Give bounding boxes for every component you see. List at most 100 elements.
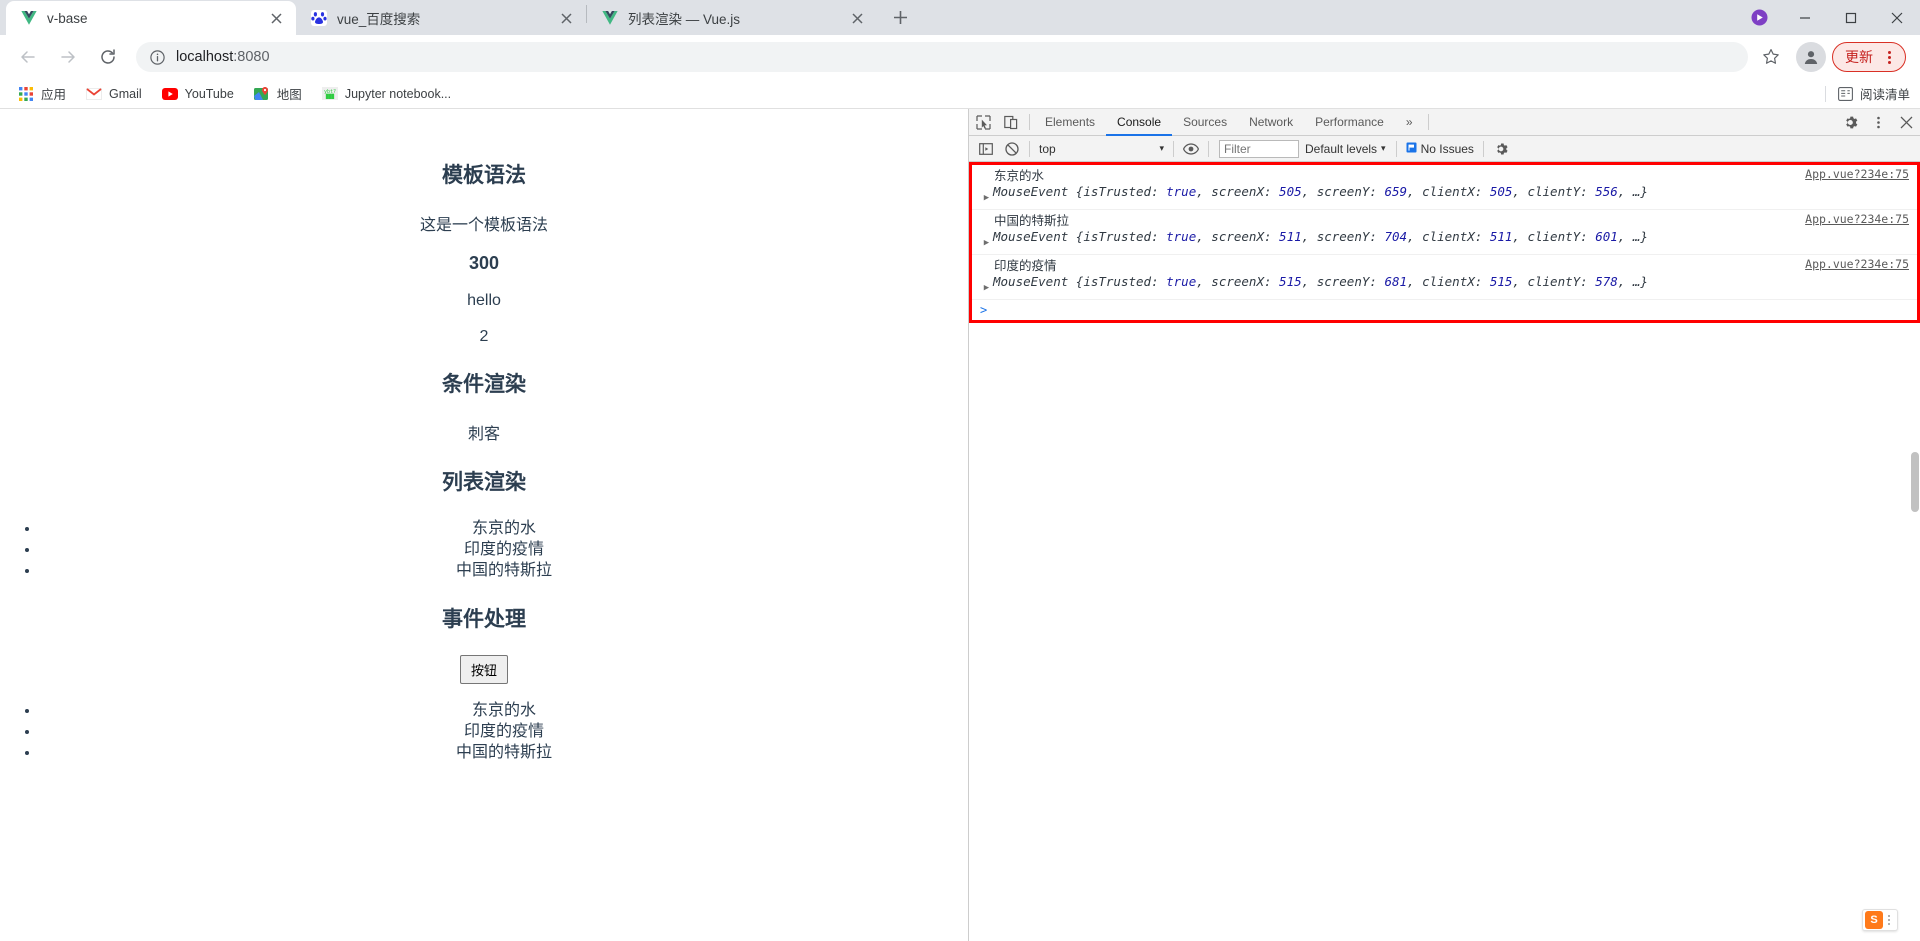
page-action-button[interactable]: 按钮 — [459, 655, 508, 684]
bookmark-label: 地图 — [276, 88, 302, 102]
browser-tab-1[interactable]: vue_百度搜索 — [296, 1, 586, 35]
divider — [1208, 140, 1209, 157]
console-log-source-link[interactable]: App.vue?234e:75 — [1795, 257, 1909, 271]
devtools-tab-bar: Elements Console Sources Network Perform… — [969, 109, 1920, 136]
bookmark-youtube[interactable]: YouTube — [154, 82, 242, 106]
page-text-number-300: 300 — [468, 253, 500, 273]
issues-status-button[interactable]: No Issues — [1401, 140, 1479, 158]
back-button[interactable] — [11, 40, 45, 74]
window-controls — [1736, 0, 1920, 35]
devtools-tab-sources[interactable]: Sources — [1172, 109, 1238, 135]
devtools-tab-elements[interactable]: Elements — [1034, 109, 1106, 135]
sogou-input-badge[interactable]: S — [1862, 909, 1898, 931]
console-log-message: 印度的疫情 — [994, 258, 1057, 273]
expand-arrow-icon[interactable]: ▶ — [980, 184, 993, 206]
divider — [1824, 85, 1826, 102]
close-icon[interactable] — [1892, 109, 1920, 135]
page-heading-template-syntax: 模板语法 — [442, 164, 526, 187]
close-icon[interactable] — [847, 8, 867, 28]
vue-icon — [601, 9, 619, 27]
list-item: 中国的特斯拉 — [40, 560, 968, 581]
button-container: 按钮 — [0, 655, 968, 684]
console-log-source-link[interactable]: App.vue?234e:75 — [1795, 167, 1909, 181]
maps-icon — [254, 86, 270, 102]
reading-list-icon — [1838, 86, 1853, 101]
console-log-entry[interactable]: 中国的特斯拉 App.vue?234e:75 ▶ MouseEvent {isT… — [972, 210, 1917, 255]
bookmark-gmail[interactable]: Gmail — [78, 82, 150, 106]
console-filter-input[interactable]: Filter — [1219, 139, 1299, 158]
console-log-levels-dropdown[interactable]: Default levels ▾ — [1305, 142, 1386, 156]
profile-avatar[interactable] — [1796, 42, 1826, 72]
page-text-assassin: 刺客 — [467, 426, 500, 443]
address-bar-url: localhost:8080 — [176, 49, 270, 65]
close-icon[interactable] — [266, 8, 286, 28]
console-log-object: MouseEvent {isTrusted: true, screenX: 51… — [993, 229, 1648, 244]
browser-tab-title: v-base — [47, 10, 88, 26]
devtools-scrollbar-thumb[interactable] — [1911, 452, 1919, 512]
console-log-object: MouseEvent {isTrusted: true, screenX: 51… — [993, 274, 1648, 289]
update-button[interactable]: 更新 — [1832, 42, 1906, 72]
devtools-scrollbar[interactable] — [1910, 162, 1920, 941]
site-info-icon[interactable] — [148, 48, 166, 66]
list-item[interactable]: 印度的疫情 — [40, 721, 968, 742]
close-window-button[interactable] — [1874, 0, 1920, 35]
chrome-cast-icon[interactable] — [1736, 0, 1782, 35]
issues-flag-icon — [1406, 142, 1417, 156]
gear-icon[interactable] — [1488, 138, 1514, 160]
device-toolbar-icon[interactable] — [997, 109, 1025, 135]
bookmark-apps[interactable]: 应用 — [10, 82, 74, 106]
page-scrollbar[interactable] — [953, 109, 968, 941]
bookmark-star-icon[interactable] — [1756, 42, 1786, 72]
console-log-entry[interactable]: 东京的水 App.vue?234e:75 ▶ MouseEvent {isTru… — [972, 165, 1917, 210]
console-context-selector[interactable]: top ▾ — [1034, 142, 1169, 156]
youtube-icon — [161, 86, 178, 102]
gmail-icon — [86, 86, 102, 102]
console-log-object: MouseEvent {isTrusted: true, screenX: 50… — [993, 184, 1648, 199]
browser-tab-0[interactable]: v-base — [6, 1, 296, 35]
page-heading-event-handling: 事件处理 — [442, 608, 526, 631]
reading-list-button[interactable]: 阅读清单 — [1824, 84, 1910, 103]
console-output[interactable]: 东京的水 App.vue?234e:75 ▶ MouseEvent {isTru… — [969, 162, 1920, 941]
page-text-template-desc: 这是一个模板语法 — [419, 217, 548, 234]
forward-button[interactable] — [51, 40, 85, 74]
list-item[interactable]: 中国的特斯拉 — [40, 742, 968, 763]
console-prompt[interactable]: > — [972, 300, 1917, 320]
address-bar[interactable]: localhost:8080 — [136, 42, 1748, 72]
browser-tab-2[interactable]: 列表渲染 — Vue.js — [587, 1, 877, 35]
devtools-panel: Elements Console Sources Network Perform… — [968, 109, 1920, 941]
expand-arrow-icon[interactable]: ▶ — [980, 274, 993, 296]
kebab-menu-icon[interactable] — [1883, 915, 1895, 925]
gear-icon[interactable] — [1836, 109, 1864, 135]
devtools-tab-performance[interactable]: Performance — [1304, 109, 1395, 135]
bookmark-jupyter[interactable]: ybt? ███ Jupyter notebook... — [314, 82, 459, 106]
kebab-menu-icon[interactable] — [1864, 109, 1892, 135]
devtools-tab-console[interactable]: Console — [1106, 109, 1173, 136]
page-list-two: 东京的水 印度的疫情 中国的特斯拉 — [0, 700, 968, 763]
console-sidebar-icon[interactable] — [973, 138, 999, 160]
close-icon[interactable] — [556, 8, 576, 28]
inspect-cursor-icon[interactable] — [969, 109, 997, 135]
devtools-more-tabs-button[interactable]: » — [1395, 109, 1424, 135]
minimize-window-button[interactable] — [1782, 0, 1828, 35]
page-heading-list-render: 列表渲染 — [442, 471, 526, 494]
clear-console-icon[interactable] — [999, 138, 1025, 160]
bookmark-maps[interactable]: 地图 — [246, 82, 310, 106]
svg-text:███: ███ — [325, 93, 334, 100]
kebab-menu-icon[interactable] — [1877, 45, 1901, 69]
reload-button[interactable] — [91, 40, 125, 74]
list-item: 印度的疫情 — [40, 539, 968, 560]
divider — [1029, 140, 1030, 157]
web-page-content: 模板语法 这是一个模板语法 300 hello 2 条件渲染 刺客 列表渲染 东… — [0, 109, 968, 941]
list-item[interactable]: 东京的水 — [40, 700, 968, 721]
devtools-tab-network[interactable]: Network — [1238, 109, 1304, 135]
console-log-source-link[interactable]: App.vue?234e:75 — [1795, 212, 1909, 226]
live-expression-icon[interactable] — [1178, 138, 1204, 160]
console-log-entry[interactable]: 印度的疫情 App.vue?234e:75 ▶ MouseEvent {isTr… — [972, 255, 1917, 300]
new-tab-button[interactable] — [885, 2, 915, 32]
bookmark-label: Jupyter notebook... — [344, 86, 452, 101]
maximize-window-button[interactable] — [1828, 0, 1874, 35]
expand-arrow-icon[interactable]: ▶ — [980, 229, 993, 251]
console-log-message: 中国的特斯拉 — [994, 213, 1070, 228]
divider — [1173, 140, 1174, 157]
